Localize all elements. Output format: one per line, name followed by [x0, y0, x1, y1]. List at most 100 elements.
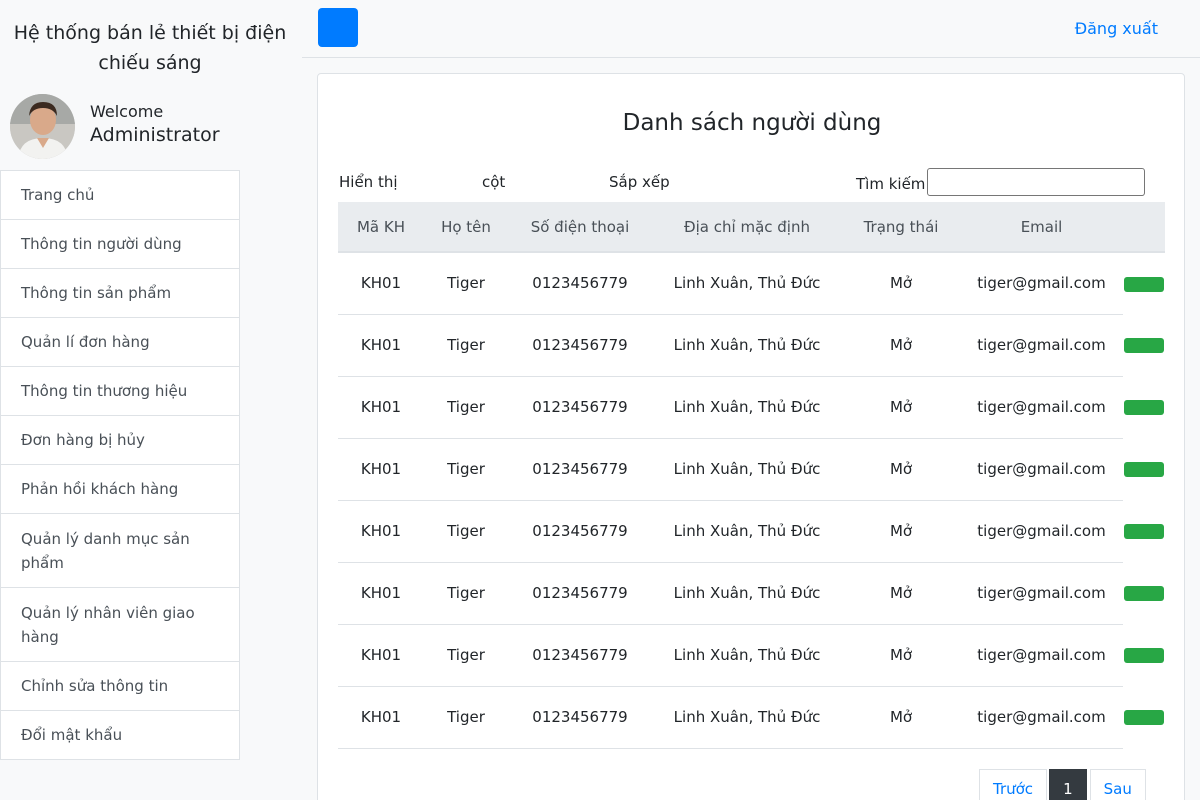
sidebar-item-user-info[interactable]: Thông tin người dùng: [0, 219, 240, 269]
row-action-cell: [1123, 314, 1165, 376]
cell-full-name: Tiger: [424, 500, 508, 563]
pagination-current-page[interactable]: 1: [1049, 769, 1087, 800]
cell-phone: 0123456779: [508, 314, 652, 377]
cell-default-address: Linh Xuân, Thủ Đức: [652, 500, 842, 563]
cell-default-address: Linh Xuân, Thủ Đức: [652, 376, 842, 439]
cell-status: Mở: [842, 376, 960, 439]
search-label: Tìm kiếm: [856, 175, 926, 193]
cell-phone: 0123456779: [508, 252, 652, 315]
page-title: Danh sách người dùng: [622, 110, 882, 136]
sidebar-item-home[interactable]: Trang chủ: [0, 170, 240, 220]
cell-email: tiger@gmail.com: [960, 686, 1123, 749]
header-email[interactable]: Email: [960, 202, 1123, 253]
table-row: KH01 Tiger 0123456779 Linh Xuân, Thủ Đức Mở t…: [338, 686, 1165, 749]
cell-phone: 0123456779: [508, 376, 652, 439]
cell-default-address: Linh Xuân, Thủ Đức: [652, 438, 842, 501]
row-action-button[interactable]: [1124, 648, 1164, 663]
pagination-next[interactable]: Sau: [1089, 769, 1146, 800]
user-table: Mã KH Họ tên Số điện thoại Địa chỉ mặc đ…: [338, 202, 1165, 749]
cell-phone: 0123456779: [508, 562, 652, 625]
welcome-text: Welcome: [90, 102, 164, 121]
table-row: KH01 Tiger 0123456779 Linh Xuân, Thủ Đức Mở t…: [338, 624, 1165, 687]
cell-customer-id: KH01: [338, 500, 424, 563]
header-action: [1123, 202, 1165, 253]
sidebar-item-category-management[interactable]: Quản lý danh mục sản phẩm: [0, 513, 240, 588]
cell-customer-id: KH01: [338, 314, 424, 377]
cell-customer-id: KH01: [338, 562, 424, 625]
sidebar: Hệ thống bán lẻ thiết bị điện chiếu sáng…: [0, 0, 302, 800]
user-profile: Welcome Administrator: [10, 94, 300, 160]
row-action-cell: [1123, 562, 1165, 624]
row-action-cell: [1123, 500, 1165, 562]
columns-label: cột: [482, 173, 506, 191]
sort-label: Sắp xếp: [609, 173, 670, 191]
cell-status: Mở: [842, 252, 960, 315]
cell-customer-id: KH01: [338, 686, 424, 749]
row-action-cell: [1123, 376, 1165, 438]
table-row: KH01 Tiger 0123456779 Linh Xuân, Thủ Đức Mở t…: [338, 438, 1165, 501]
cell-default-address: Linh Xuân, Thủ Đức: [652, 252, 842, 315]
logout-link[interactable]: Đăng xuất: [1075, 19, 1158, 38]
cell-full-name: Tiger: [424, 624, 508, 687]
cell-customer-id: KH01: [338, 376, 424, 439]
row-action-button[interactable]: [1124, 524, 1164, 539]
header-phone[interactable]: Số điện thoại: [508, 202, 652, 253]
cell-default-address: Linh Xuân, Thủ Đức: [652, 624, 842, 687]
sidebar-item-product-info[interactable]: Thông tin sản phẩm: [0, 268, 240, 318]
show-label: Hiển thị: [339, 173, 398, 191]
cell-customer-id: KH01: [338, 252, 424, 315]
cell-full-name: Tiger: [424, 562, 508, 625]
row-action-cell: [1123, 686, 1165, 748]
table-row: KH01 Tiger 0123456779 Linh Xuân, Thủ Đức Mở t…: [338, 562, 1165, 625]
header-customer-id[interactable]: Mã KH: [338, 202, 424, 253]
table-controls: Hiển thị cột Sắp xếp Tìm kiếm: [339, 164, 1165, 204]
sidebar-item-edit-info[interactable]: Chỉnh sửa thông tin: [0, 661, 240, 711]
cell-email: tiger@gmail.com: [960, 314, 1123, 377]
cell-default-address: Linh Xuân, Thủ Đức: [652, 562, 842, 625]
cell-full-name: Tiger: [424, 314, 508, 377]
pagination: Trước 1 Sau: [979, 769, 1146, 800]
brand-line-1: Hệ thống bán lẻ thiết bị điện: [13, 22, 287, 44]
sidebar-item-customer-feedback[interactable]: Phản hồi khách hàng: [0, 464, 240, 514]
row-action-button[interactable]: [1124, 276, 1164, 292]
user-list-card: Danh sách người dùng Hiển thị cột Sắp xế…: [317, 73, 1185, 800]
table-row: KH01 Tiger 0123456779 Linh Xuân, Thủ Đức Mở t…: [338, 500, 1165, 563]
app-brand-title: Hệ thống bán lẻ thiết bị điện chiếu sáng: [0, 18, 300, 78]
sidebar-toggle-button[interactable]: [318, 8, 358, 47]
cell-customer-id: KH01: [338, 624, 424, 687]
row-action-cell: [1123, 624, 1165, 686]
row-action-cell: [1123, 252, 1165, 314]
row-action-button[interactable]: [1124, 586, 1164, 601]
cell-status: Mở: [842, 686, 960, 749]
pagination-prev[interactable]: Trước: [979, 769, 1048, 800]
cell-email: tiger@gmail.com: [960, 438, 1123, 501]
cell-email: tiger@gmail.com: [960, 252, 1123, 315]
row-action-button[interactable]: [1124, 338, 1164, 353]
table-body: KH01 Tiger 0123456779 Linh Xuân, Thủ Đức Mở t…: [338, 252, 1165, 749]
header-full-name[interactable]: Họ tên: [424, 202, 508, 253]
cell-phone: 0123456779: [508, 624, 652, 687]
sidebar-item-cancelled-orders[interactable]: Đơn hàng bị hủy: [0, 415, 240, 465]
brand-line-2: chiếu sáng: [98, 52, 202, 74]
search-input[interactable]: [927, 168, 1145, 196]
row-action-button[interactable]: [1124, 710, 1164, 725]
admin-name: Administrator: [90, 124, 220, 146]
header-default-address[interactable]: Địa chỉ mặc định: [652, 202, 842, 253]
cell-phone: 0123456779: [508, 438, 652, 501]
main-content: Danh sách người dùng Hiển thị cột Sắp xế…: [302, 58, 1200, 800]
row-action-button[interactable]: [1124, 400, 1164, 415]
row-action-button[interactable]: [1124, 462, 1164, 477]
sidebar-item-delivery-staff[interactable]: Quản lý nhân viên giao hàng: [0, 587, 240, 662]
cell-default-address: Linh Xuân, Thủ Đức: [652, 686, 842, 749]
header-status[interactable]: Trạng thái: [842, 202, 960, 253]
cell-status: Mở: [842, 562, 960, 625]
sidebar-item-brand-info[interactable]: Thông tin thương hiệu: [0, 366, 240, 416]
cell-phone: 0123456779: [508, 686, 652, 749]
cell-full-name: Tiger: [424, 252, 508, 315]
table-header-row: Mã KH Họ tên Số điện thoại Địa chỉ mặc đ…: [338, 202, 1165, 253]
cell-status: Mở: [842, 624, 960, 687]
cell-status: Mở: [842, 500, 960, 563]
sidebar-item-change-password[interactable]: Đổi mật khẩu: [0, 710, 240, 760]
sidebar-item-order-management[interactable]: Quản lí đơn hàng: [0, 317, 240, 367]
cell-phone: 0123456779: [508, 500, 652, 563]
